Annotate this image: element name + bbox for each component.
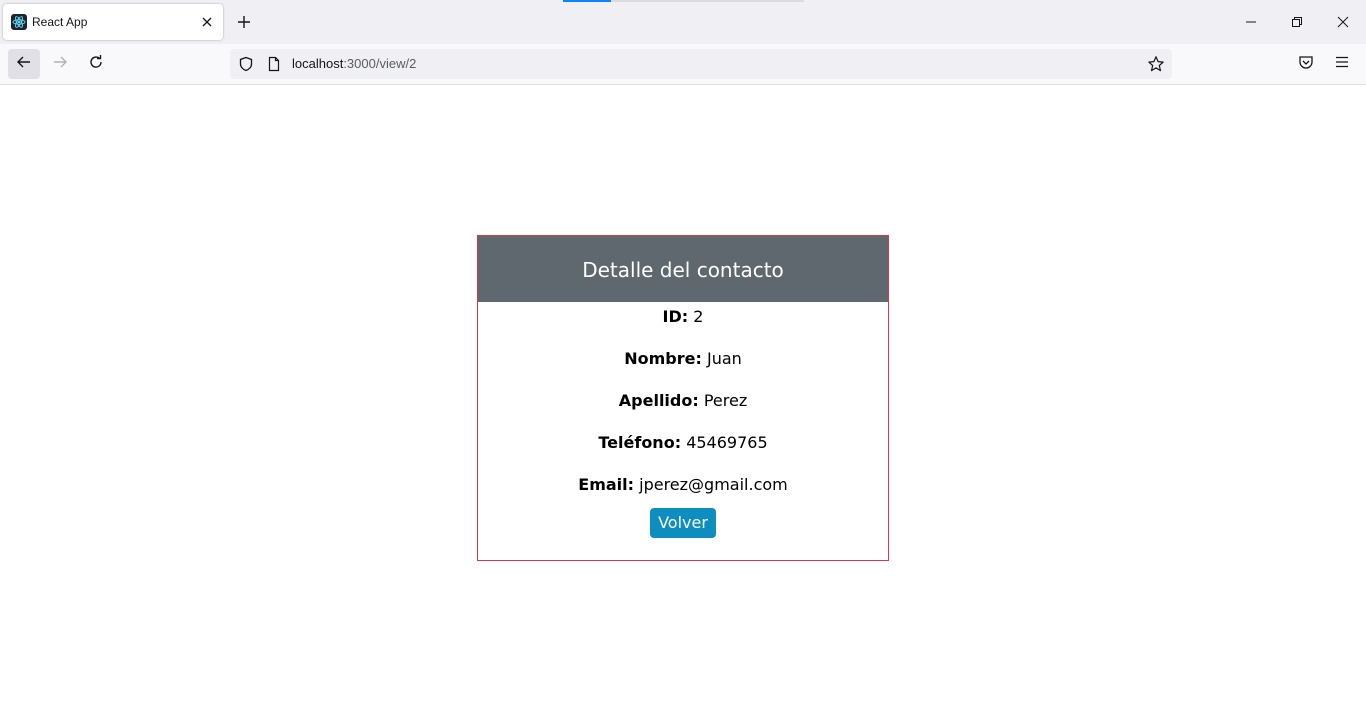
field-id: ID: 2	[478, 302, 888, 344]
contact-detail-card: Detalle del contacto ID: 2 Nombre: Juan …	[477, 235, 889, 561]
shield-icon[interactable]	[238, 56, 254, 72]
minimize-icon[interactable]	[1237, 8, 1265, 36]
menu-button[interactable]	[1326, 49, 1358, 79]
pocket-button[interactable]	[1290, 49, 1322, 79]
page-icon[interactable]	[266, 56, 282, 72]
react-logo-icon	[11, 14, 27, 30]
pocket-icon	[1298, 54, 1314, 75]
field-apellido: Apellido: Perez	[478, 386, 888, 428]
field-label: Email:	[578, 475, 635, 494]
tab-drag-track	[611, 0, 804, 2]
field-value: 45469765	[686, 433, 768, 452]
arrow-left-icon	[16, 54, 32, 75]
plus-icon[interactable]	[233, 11, 255, 33]
reload-button[interactable]	[80, 49, 112, 79]
card-header: Detalle del contacto	[478, 236, 888, 302]
navigation-toolbar: localhost:3000/view/2	[0, 44, 1366, 85]
reload-icon	[88, 54, 104, 75]
card-title: Detalle del contacto	[582, 258, 784, 282]
restore-icon[interactable]	[1283, 8, 1311, 36]
field-label: Nombre:	[624, 349, 702, 368]
url-host: localhost	[292, 56, 344, 71]
url-text[interactable]: localhost:3000/view/2	[292, 56, 416, 72]
volver-button[interactable]: Volver	[650, 508, 716, 538]
hamburger-menu-icon	[1334, 54, 1350, 75]
tab-title: React App	[32, 15, 88, 29]
browser-window: React App localhost:3000/view/2 Detalle …	[0, 0, 1366, 728]
forward-button[interactable]	[44, 49, 76, 79]
close-window-icon[interactable]	[1329, 8, 1357, 36]
field-nombre: Nombre: Juan	[478, 344, 888, 386]
field-value: Juan	[706, 349, 742, 368]
url-path: :3000/view/2	[343, 56, 417, 71]
field-label: ID:	[662, 307, 689, 326]
tab-react-app[interactable]: React App	[3, 4, 223, 40]
field-label: Apellido:	[618, 391, 699, 410]
field-value: jperez@gmail.com	[639, 475, 788, 494]
field-value: 2	[693, 307, 704, 326]
close-icon[interactable]	[197, 12, 217, 32]
field-label: Teléfono:	[598, 433, 682, 452]
field-telefono: Teléfono: 45469765	[478, 428, 888, 470]
card-body: ID: 2 Nombre: Juan Apellido: Perez Teléf…	[478, 302, 888, 538]
tab-strip: React App	[0, 0, 1366, 44]
arrow-right-icon	[52, 54, 68, 75]
tab-drag-indicator	[563, 0, 611, 2]
field-email: Email: jperez@gmail.com	[478, 470, 888, 512]
back-button[interactable]	[8, 49, 40, 79]
field-value: Perez	[703, 391, 748, 410]
url-bar[interactable]: localhost:3000/view/2	[230, 49, 1172, 79]
star-icon[interactable]	[1146, 54, 1166, 74]
page-viewport: Detalle del contacto ID: 2 Nombre: Juan …	[0, 85, 1366, 728]
